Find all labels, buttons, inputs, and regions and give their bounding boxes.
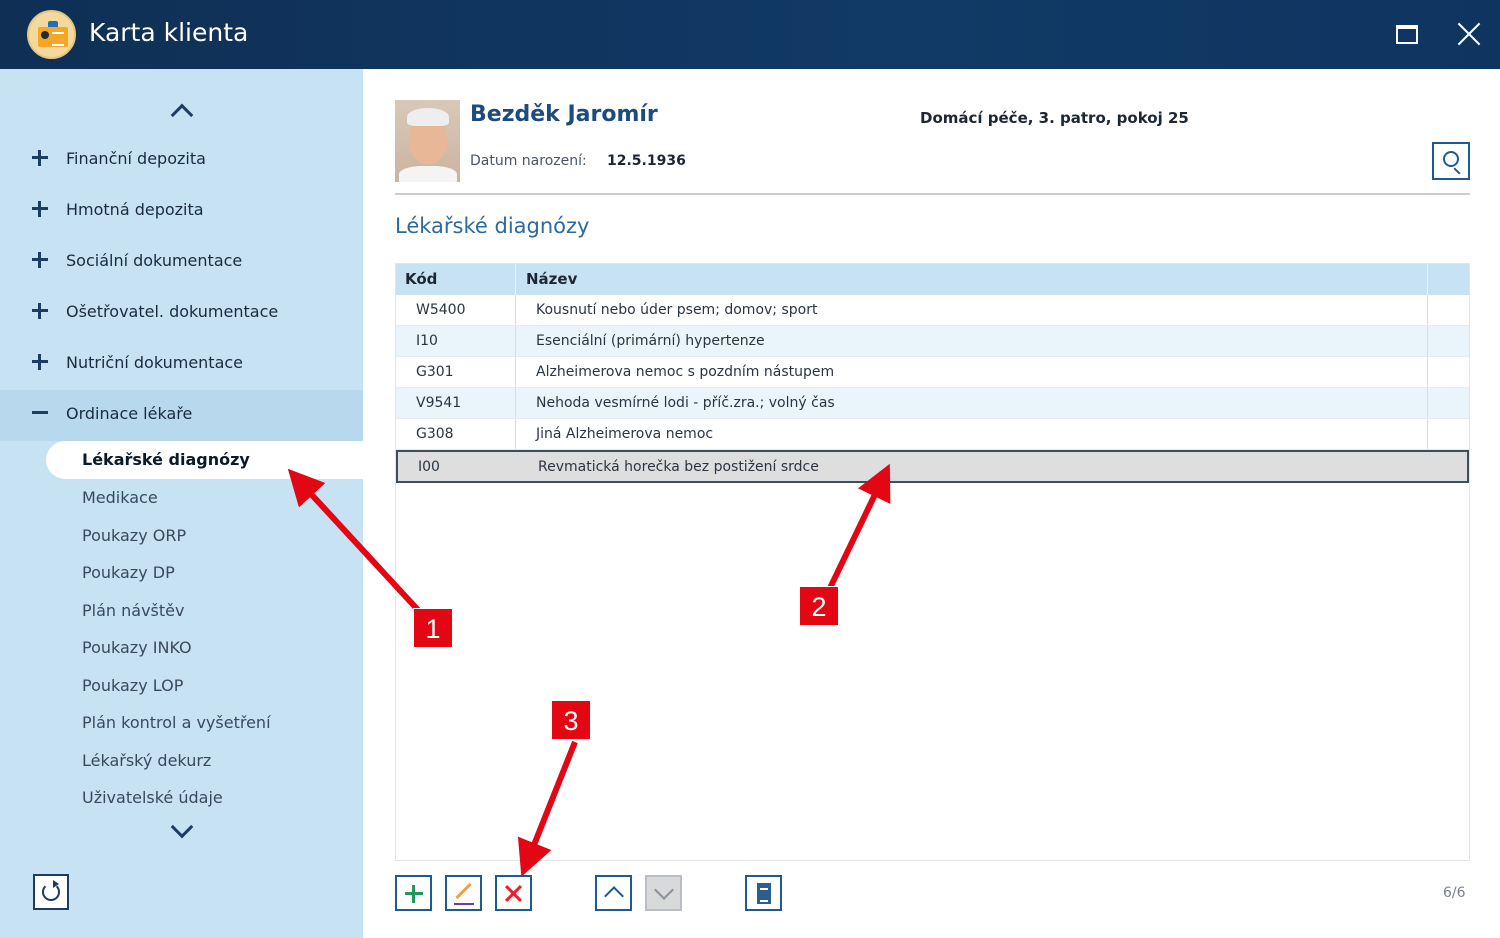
refresh-button[interactable]	[33, 874, 69, 910]
record-counter: 6/6	[1443, 885, 1466, 901]
chevron-down-icon	[170, 815, 194, 839]
document-button[interactable]	[745, 875, 782, 911]
dob-label: Datum narození:	[470, 153, 587, 169]
table-row-selected[interactable]: I00 Revmatická horečka bez postižení srd…	[396, 450, 1469, 483]
sidebar-item-plan-kontrol[interactable]: Plán kontrol a vyšetření	[82, 713, 271, 732]
client-photo	[395, 100, 460, 182]
sidebar-item-poukazy-dp[interactable]: Poukazy DP	[82, 563, 175, 582]
scroll-up-button[interactable]	[168, 99, 196, 127]
sidebar-item-plan-navstev[interactable]: Plán návštěv	[82, 601, 184, 620]
cell-code: V9541	[416, 395, 462, 411]
chevron-up-icon	[170, 103, 194, 127]
chevron-down-icon	[654, 880, 674, 900]
cell-code: G308	[416, 426, 454, 442]
sidebar-section-socialni-dokumentace[interactable]: Sociální dokumentace	[0, 237, 363, 288]
sidebar-section-label: Finanční depozita	[66, 149, 206, 168]
maximize-icon	[1396, 25, 1418, 44]
add-button[interactable]	[395, 875, 432, 911]
sidebar-section-ordinace-lekare[interactable]: Ordinace lékaře	[0, 390, 363, 441]
sidebar-item-poukazy-lop[interactable]: Poukazy LOP	[82, 676, 183, 695]
cell-name: Kousnutí nebo úder psem; domov; sport	[536, 302, 818, 318]
title-bar: Karta klienta	[0, 0, 1500, 69]
table-row[interactable]: G308 Jiná Alzheimerova nemoc	[396, 419, 1469, 450]
client-name: Bezděk Jaromír	[470, 102, 658, 127]
edit-icon	[455, 882, 472, 900]
column-header-code[interactable]: Kód	[405, 270, 437, 288]
sidebar-section-label: Nutriční dokumentace	[66, 353, 244, 372]
cell-name: Revmatická horečka bez postižení srdce	[538, 459, 819, 475]
annotation-badge-3: 3	[551, 700, 591, 740]
annotation-badge-2: 2	[799, 586, 839, 626]
cell-name: Nehoda vesmírné lodi - příč.zra.; volný …	[536, 395, 835, 411]
section-title: Lékařské diagnózy	[395, 214, 590, 238]
sidebar-item-uzivatelske-udaje[interactable]: Uživatelské údaje	[82, 788, 223, 807]
cell-code: W5400	[416, 302, 466, 318]
plus-icon	[32, 201, 48, 217]
cell-code: I10	[416, 333, 438, 349]
sidebar-section-osetrovatel-dokumentace[interactable]: Ošetřovatel. dokumentace	[0, 288, 363, 339]
annotation-badge-1: 1	[413, 608, 453, 648]
scroll-down-button[interactable]	[168, 815, 196, 847]
edit-button[interactable]	[445, 875, 482, 911]
table-row[interactable]: V9541 Nehoda vesmírné lodi - příč.zra.; …	[396, 388, 1469, 419]
sidebar-item-lekarske-diagnozy[interactable]: Lékařské diagnózy	[46, 441, 363, 479]
sidebar-section-label: Ošetřovatel. dokumentace	[66, 302, 279, 321]
sidebar-section-label: Sociální dokumentace	[66, 251, 243, 270]
cell-name: Jiná Alzheimerova nemoc	[536, 426, 714, 442]
sidebar-item-poukazy-orp[interactable]: Poukazy ORP	[82, 526, 186, 545]
move-down-button[interactable]	[645, 875, 682, 911]
search-icon	[1443, 151, 1459, 167]
client-location: Domácí péče, 3. patro, pokoj 25	[920, 109, 1189, 127]
plus-icon	[32, 150, 48, 166]
cell-name: Esenciální (primární) hypertenze	[536, 333, 765, 349]
sidebar-submenu: Lékařské diagnózy Medikace Poukazy ORP P…	[0, 441, 363, 823]
sidebar-section-hmotna-depozita[interactable]: Hmotná depozita	[0, 186, 363, 237]
move-up-button[interactable]	[595, 875, 632, 911]
document-icon	[757, 883, 771, 904]
search-button[interactable]	[1432, 142, 1470, 180]
refresh-icon	[42, 880, 60, 901]
delete-button[interactable]	[495, 875, 532, 911]
dob-value: 12.5.1936	[607, 153, 686, 169]
table-row[interactable]: I10 Esenciální (primární) hypertenze	[396, 326, 1469, 357]
client-card-icon	[27, 10, 76, 59]
sidebar: Finanční depozita Hmotná depozita Sociál…	[0, 69, 363, 938]
sidebar-section-nutricni-dokumentace[interactable]: Nutriční dokumentace	[0, 339, 363, 390]
column-header-name[interactable]: Název	[526, 270, 577, 288]
cell-code: I00	[418, 459, 440, 475]
sidebar-item-poukazy-inko[interactable]: Poukazy INKO	[82, 638, 192, 657]
plus-icon	[32, 354, 48, 370]
table-row[interactable]: W5400 Kousnutí nebo úder psem; domov; sp…	[396, 295, 1469, 326]
plus-icon	[32, 252, 48, 268]
sidebar-section-financni-depozita[interactable]: Finanční depozita	[0, 135, 363, 186]
close-button[interactable]	[1452, 17, 1486, 51]
table-header: Kód Název	[396, 264, 1469, 295]
cell-code: G301	[416, 364, 454, 380]
table-row[interactable]: G301 Alzheimerova nemoc s pozdním nástup…	[396, 357, 1469, 388]
sidebar-item-lekarsky-dekurz[interactable]: Lékařský dekurz	[82, 751, 211, 770]
sidebar-section-label: Hmotná depozita	[66, 200, 204, 219]
sidebar-item-medikace[interactable]: Medikace	[82, 488, 158, 507]
window-title: Karta klienta	[89, 18, 249, 47]
diagnoses-table: Kód Název W5400 Kousnutí nebo úder psem;…	[395, 263, 1470, 861]
chevron-up-icon	[604, 886, 624, 906]
plus-icon	[32, 303, 48, 319]
sidebar-section-label: Ordinace lékaře	[66, 404, 193, 423]
cell-name: Alzheimerova nemoc s pozdním nástupem	[536, 364, 835, 380]
header-divider	[395, 193, 1470, 195]
minus-icon	[32, 405, 48, 421]
maximize-button[interactable]	[1390, 17, 1424, 51]
